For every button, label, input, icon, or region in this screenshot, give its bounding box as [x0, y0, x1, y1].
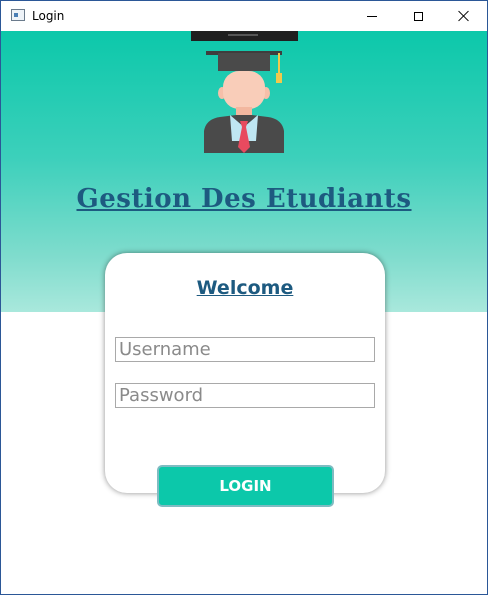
password-field[interactable] — [115, 383, 375, 408]
minimize-button[interactable] — [349, 1, 395, 31]
close-icon — [458, 10, 470, 22]
close-button[interactable] — [441, 1, 487, 31]
graduate-icon — [191, 31, 298, 153]
window-title: Login — [32, 9, 65, 23]
welcome-heading: Welcome — [196, 277, 294, 299]
login-card: Welcome — [105, 253, 385, 493]
login-button[interactable]: LOGIN — [157, 465, 334, 507]
window-app-icon — [11, 9, 25, 21]
title-bar[interactable]: Login — [1, 1, 487, 31]
login-window: Login Gestion Des Etudiants Welcome User… — [0, 0, 488, 595]
username-field[interactable] — [115, 337, 375, 362]
app-title: Gestion Des Etudiants — [76, 184, 412, 214]
maximize-button[interactable] — [395, 1, 441, 31]
minimize-icon — [367, 15, 377, 17]
maximize-icon — [413, 11, 423, 21]
